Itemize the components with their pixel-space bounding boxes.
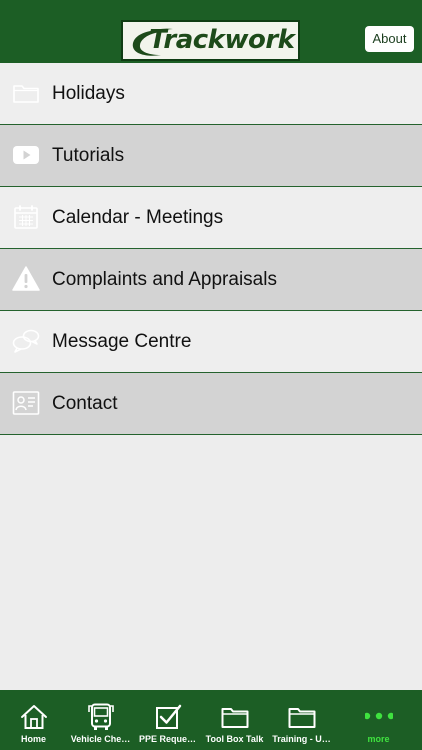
menu-item-holidays[interactable]: Holidays	[0, 63, 422, 125]
bottom-tab-bar: Home Vehicle Che… PPE Reque… Tool Box Ta…	[0, 690, 422, 750]
tab-tool-box-talk[interactable]: Tool Box Talk	[201, 690, 268, 750]
tab-label: Training - U…	[272, 734, 331, 744]
menu-item-message-centre[interactable]: Message Centre	[0, 311, 422, 373]
menu-item-label: Calendar - Meetings	[52, 207, 224, 228]
warning-icon	[12, 266, 40, 291]
menu-item-calendar-meetings[interactable]: Calendar - Meetings	[0, 187, 422, 249]
trackwork-logo: Trackwork	[121, 20, 300, 61]
home-icon	[20, 705, 47, 729]
about-button[interactable]: About	[365, 26, 414, 52]
bus-icon	[87, 703, 114, 730]
folder-icon	[221, 708, 248, 728]
tab-label: Home	[20, 734, 46, 744]
menu-item-tutorials[interactable]: Tutorials	[0, 125, 422, 187]
menu-item-label: Tutorials	[52, 145, 125, 166]
menu-item-contact[interactable]: Contact	[0, 373, 422, 435]
youtube-play-icon	[13, 146, 39, 164]
menu-item-label: Contact	[52, 393, 118, 414]
menu-item-label: Holidays	[52, 83, 125, 104]
calendar-icon	[14, 205, 38, 229]
menu-item-label: Complaints and Appraisals	[52, 269, 277, 290]
tab-ppe-requests[interactable]: PPE Reque…	[134, 690, 201, 750]
tab-label: Vehicle Che…	[70, 734, 131, 744]
tab-training[interactable]: Training - U…	[268, 690, 335, 750]
tab-label: PPE Reque…	[138, 734, 196, 744]
tab-label: more	[367, 734, 390, 744]
tab-vehicle-checks[interactable]: Vehicle Che…	[67, 690, 134, 750]
folder-icon	[13, 85, 39, 103]
logo-text: Trackwork	[149, 25, 295, 55]
folder-icon	[288, 708, 315, 728]
chat-bubbles-icon	[12, 329, 40, 353]
checkbox-icon	[155, 704, 181, 729]
contact-card-icon	[12, 391, 40, 415]
app-header: Trackwork About	[0, 0, 422, 63]
more-dots-icon	[364, 712, 393, 720]
menu-item-complaints-appraisals[interactable]: Complaints and Appraisals	[0, 249, 422, 311]
main-menu: Holidays Tutorials Calendar - Meetings C…	[0, 63, 422, 435]
tab-label: Tool Box Talk	[205, 734, 264, 744]
tab-home[interactable]: Home	[0, 690, 67, 750]
tab-more[interactable]: more	[335, 690, 422, 750]
menu-item-label: Message Centre	[52, 331, 192, 352]
